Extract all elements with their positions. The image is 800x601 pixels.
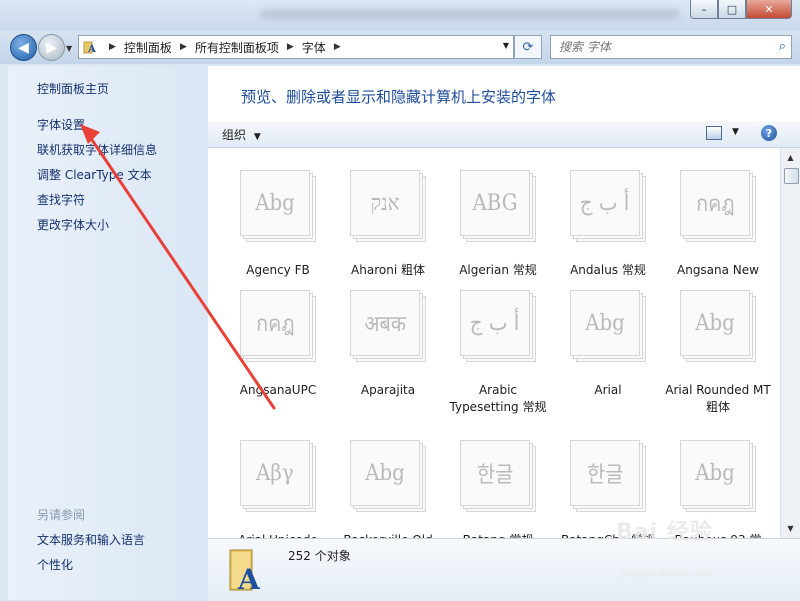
font-preview-glyph: ABG <box>472 190 518 216</box>
sidebar-link-font-size[interactable]: 更改字体大小 <box>37 216 109 233</box>
command-bar: 组织 ▼ ▼ ? <box>208 121 800 148</box>
minimize-button[interactable]: – <box>690 0 718 19</box>
font-preview-glyph: أ ب ج <box>580 190 630 216</box>
organize-label: 组织 <box>222 128 247 142</box>
breadcrumb-all-items[interactable]: 所有控制面板项 <box>195 39 279 56</box>
view-dropdown-icon[interactable]: ▼ <box>732 127 739 137</box>
fonts-folder-large-icon: A <box>228 547 264 596</box>
forward-button[interactable]: ▶ <box>38 34 65 61</box>
font-file-icon: أ ب ج <box>460 280 540 362</box>
sidebar-link-text-services[interactable]: 文本服务和输入语言 <box>37 531 145 548</box>
font-name: Arial Rounded MT 粗体 <box>665 383 771 414</box>
font-file-icon: Abg <box>680 430 760 512</box>
item-count: 252 个对象 <box>288 549 351 563</box>
font-file-icon: ABG <box>460 160 540 242</box>
font-name: Aparajita <box>360 383 416 397</box>
sidebar-link-find-character[interactable]: 查找字符 <box>37 191 85 208</box>
search-icon[interactable]: ⌕ <box>779 39 786 54</box>
svg-text:A: A <box>87 44 96 54</box>
font-preview-glyph: Abg <box>695 310 735 336</box>
blurred-title <box>260 9 680 19</box>
breadcrumb-separator-icon[interactable]: ▶ <box>180 42 187 52</box>
breadcrumb-fonts[interactable]: 字体 <box>302 39 326 56</box>
organize-dropdown-icon: ▼ <box>253 132 261 142</box>
font-preview-glyph: Abg <box>695 460 735 486</box>
scroll-up-icon[interactable]: ▲ <box>783 150 798 165</box>
refresh-icon: ⟳ <box>522 39 534 55</box>
scroll-thumb[interactable] <box>784 168 799 184</box>
font-preview-glyph: 한글 <box>586 463 624 488</box>
font-preview-glyph: Abg <box>585 310 625 336</box>
breadcrumb-control-panel[interactable]: 控制面板 <box>124 39 172 56</box>
font-name: Agency FB <box>246 263 310 277</box>
font-preview-glyph: กคฎ <box>695 191 735 217</box>
address-bar[interactable]: A ▶ 控制面板 ▶ 所有控制面板项 ▶ 字体 ▶ ▼ <box>78 35 514 59</box>
breadcrumb-separator-icon[interactable]: ▶ <box>287 42 294 52</box>
font-file-icon: Αβγ <box>240 430 320 512</box>
sidebar-link-personalize[interactable]: 个性化 <box>37 556 73 573</box>
sidebar-link-home[interactable]: 控制面板主页 <box>37 80 109 97</box>
breadcrumb: ▶ 控制面板 ▶ 所有控制面板项 ▶ 字体 ▶ <box>101 39 349 56</box>
navigation-bar: ◀ ▶ ▼ A ▶ 控制面板 ▶ 所有控制面板项 ▶ 字体 ▶ ▼ ⟳ ⌕ <box>0 30 800 64</box>
font-preview-glyph: Αβγ <box>256 460 294 486</box>
font-name: Aharoni 粗体 <box>351 263 425 277</box>
font-file-icon: Abg <box>570 280 650 362</box>
maximize-button[interactable]: □ <box>718 0 746 19</box>
font-file-icon: Abg <box>680 280 760 362</box>
font-file-icon: 한글 <box>570 430 650 512</box>
watermark-url: jingyan.baidu.com <box>620 568 713 579</box>
font-file-icon: अबक <box>350 280 430 362</box>
page-title: 预览、删除或者显示和隐藏计算机上安装的字体 <box>241 88 557 106</box>
font-file-icon: กคฎ <box>240 280 320 362</box>
font-file-icon: أ ب ج <box>570 160 650 242</box>
font-preview-glyph: أ ب ج <box>470 310 520 336</box>
font-file-icon: אנק <box>350 160 430 242</box>
font-preview-glyph: अबक <box>364 312 406 337</box>
font-grid: Abg Agency FB אנק Aharoni 粗体 ABG Algerian 常规 أ… <box>208 148 780 538</box>
vertical-scrollbar[interactable]: ▲ ▼ <box>780 148 800 538</box>
breadcrumb-separator-icon[interactable]: ▶ <box>109 42 116 52</box>
search-input[interactable] <box>557 36 761 58</box>
font-preview-glyph: אנק <box>370 191 400 216</box>
back-arrow-icon: ◀ <box>18 39 29 56</box>
sidebar: 控制面板主页 字体设置 联机获取字体详细信息 调整 ClearType 文本 查… <box>8 66 208 600</box>
font-file-icon: กคฎ <box>680 160 760 242</box>
sidebar-link-font-details-online[interactable]: 联机获取字体详细信息 <box>37 141 157 158</box>
font-name: Arial <box>594 383 622 397</box>
font-preview-glyph: กคฎ <box>255 311 295 337</box>
font-file-icon: 한글 <box>460 430 540 512</box>
font-name: AngsanaUPC <box>239 383 317 397</box>
title-bar: – □ ✕ <box>0 0 800 30</box>
font-name: Arabic Typesetting 常规 <box>449 383 547 414</box>
fonts-folder-icon: A <box>83 40 97 55</box>
search-box[interactable]: ⌕ <box>550 35 792 59</box>
close-button[interactable]: ✕ <box>746 0 792 19</box>
font-preview-glyph: 한글 <box>476 463 514 488</box>
breadcrumb-separator-icon[interactable]: ▶ <box>334 42 341 52</box>
see-also-heading: 另请参阅 <box>37 508 86 522</box>
help-icon[interactable]: ? <box>761 125 777 141</box>
font-file-icon: Abg <box>240 160 320 242</box>
change-view-icon[interactable] <box>706 126 722 140</box>
address-dropdown-icon[interactable]: ▼ <box>503 41 509 50</box>
organize-button[interactable]: 组织 ▼ <box>222 126 261 143</box>
svg-text:A: A <box>237 563 261 593</box>
recent-pages-dropdown-icon[interactable]: ▼ <box>66 44 72 53</box>
scroll-down-icon[interactable]: ▼ <box>783 521 798 536</box>
back-button[interactable]: ◀ <box>10 34 37 61</box>
font-file-icon: Abg <box>350 430 430 512</box>
watermark: Bai 经验 <box>616 520 713 545</box>
sidebar-link-font-settings[interactable]: 字体设置 <box>37 116 85 133</box>
font-name: Andalus 常规 <box>570 263 646 277</box>
sidebar-link-cleartype[interactable]: 调整 ClearType 文本 <box>37 166 152 183</box>
font-preview-glyph: Abg <box>365 460 405 486</box>
font-name: Angsana New <box>677 263 759 277</box>
refresh-button[interactable]: ⟳ <box>514 35 542 59</box>
forward-arrow-icon: ▶ <box>46 39 57 56</box>
font-name: Algerian 常规 <box>459 263 537 277</box>
font-preview-glyph: Abg <box>255 190 295 216</box>
window-controls: – □ ✕ <box>690 0 792 19</box>
